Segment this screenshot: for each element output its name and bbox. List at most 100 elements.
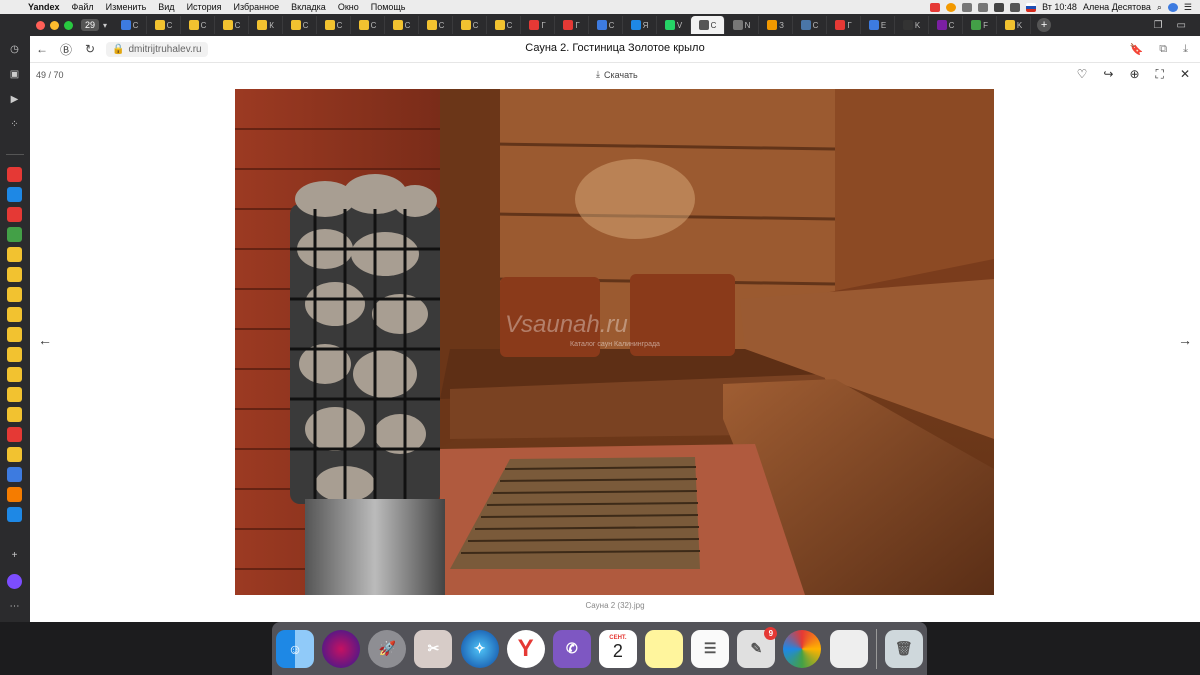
browser-tab[interactable]: С: [385, 16, 420, 34]
browser-tab[interactable]: K: [895, 16, 930, 34]
browser-tab[interactable]: С: [419, 16, 454, 34]
sidebar-bookmark-icon[interactable]: [7, 167, 22, 182]
notes-icon[interactable]: [645, 629, 684, 668]
new-tab-button[interactable]: +: [1037, 18, 1052, 32]
previous-image-arrow-icon[interactable]: ←: [38, 332, 52, 348]
sidebar-bookmark-icon[interactable]: [7, 287, 22, 302]
sauna-photo[interactable]: Vsaunah.ru Каталог саун Калининграда: [235, 89, 994, 595]
browser-tab[interactable]: N: [725, 16, 760, 34]
screenshot-tool-icon[interactable]: ✂: [414, 629, 453, 668]
tray-sound-icon[interactable]: [962, 2, 973, 12]
menu-window[interactable]: Окно: [332, 2, 365, 12]
alice-assistant-icon[interactable]: [7, 574, 22, 589]
browser-tab[interactable]: С: [283, 16, 318, 34]
siri-icon[interactable]: [1167, 2, 1178, 12]
sidebar-bookmark-icon[interactable]: [7, 487, 22, 502]
tab-count-badge[interactable]: 29: [81, 19, 100, 31]
browser-tab[interactable]: С: [589, 16, 624, 34]
document-icon[interactable]: [829, 629, 868, 668]
wifi-icon[interactable]: [1010, 2, 1021, 12]
browser-tab[interactable]: V: [657, 16, 692, 34]
safari-icon[interactable]: ✧: [460, 629, 499, 668]
menu-app-name[interactable]: Yandex: [22, 2, 66, 12]
play-icon[interactable]: ▶: [7, 92, 22, 107]
menu-history[interactable]: История: [181, 2, 228, 12]
add-sidebar-item-icon[interactable]: +: [7, 548, 22, 563]
bookmark-icon[interactable]: 🔖: [1130, 43, 1144, 56]
browser-tab[interactable]: Г: [521, 16, 556, 34]
sidebar-bookmark-icon[interactable]: [7, 507, 22, 522]
address-bar[interactable]: 🔒 dmitrijtruhalev.ru: [106, 41, 208, 57]
tray-screen-icon[interactable]: [978, 2, 989, 12]
browser-tab[interactable]: З: [759, 16, 794, 34]
browser-tab[interactable]: С: [147, 16, 182, 34]
input-language-icon[interactable]: [1026, 2, 1037, 12]
minimize-window-button[interactable]: [50, 20, 59, 30]
viber-icon[interactable]: ✆: [552, 629, 591, 668]
tray-app-icon[interactable]: [930, 2, 941, 12]
back-button[interactable]: ←: [30, 42, 54, 56]
textedit-icon[interactable]: ✎ 9: [737, 626, 778, 668]
sidebar-bookmark-icon[interactable]: [7, 187, 22, 202]
collections-icon[interactable]: ▣: [7, 67, 22, 82]
browser-tab[interactable]: С: [793, 16, 828, 34]
more-icon[interactable]: ⋯: [7, 599, 22, 614]
browser-tab[interactable]: С: [215, 16, 250, 34]
sidebar-bookmark-icon[interactable]: [7, 467, 22, 482]
browser-tab[interactable]: К: [249, 16, 284, 34]
close-viewer-icon[interactable]: ✕: [1180, 67, 1190, 82]
protect-icon[interactable]: Ⓑ: [54, 41, 78, 58]
next-image-arrow-icon[interactable]: →: [1178, 332, 1192, 348]
chevron-down-icon[interactable]: ▾: [103, 21, 107, 30]
share-icon[interactable]: ↪: [1103, 67, 1113, 82]
spotlight-search-icon[interactable]: ⌕: [1157, 2, 1162, 13]
notification-center-icon[interactable]: ☰: [1184, 2, 1192, 13]
browser-tab[interactable]: С: [317, 16, 352, 34]
yandex-browser-icon[interactable]: Y: [506, 629, 545, 668]
sidebar-bookmark-icon[interactable]: [7, 387, 22, 402]
menu-file[interactable]: Файл: [66, 2, 100, 12]
browser-tab[interactable]: С: [487, 16, 522, 34]
menu-favorites[interactable]: Избранное: [227, 2, 285, 12]
sidebar-bookmark-icon[interactable]: [7, 247, 22, 262]
sidebar-bookmark-icon[interactable]: [7, 327, 22, 342]
menu-edit[interactable]: Изменить: [100, 2, 153, 12]
menu-tab[interactable]: Вкладка: [285, 2, 332, 12]
tray-globe-icon[interactable]: [946, 2, 957, 12]
color-picker-icon[interactable]: [783, 629, 822, 668]
calendar-icon[interactable]: СЕНТ. 2: [598, 629, 637, 668]
menu-help[interactable]: Помощь: [365, 2, 412, 12]
browser-tab[interactable]: K: [997, 16, 1032, 34]
downloads-icon[interactable]: ⤓: [1183, 43, 1188, 56]
sidebar-bookmark-icon[interactable]: [7, 267, 22, 282]
fullscreen-icon[interactable]: ⛶: [1156, 67, 1164, 82]
trash-icon[interactable]: 🗑: [884, 629, 923, 668]
window-menu-icon[interactable]: ▭: [1177, 20, 1186, 31]
menubar-clock[interactable]: Вт 10:48: [1042, 2, 1077, 12]
browser-tab[interactable]: С: [351, 16, 386, 34]
menubar-user[interactable]: Алена Десятова: [1083, 2, 1151, 12]
browser-tab[interactable]: Я: [623, 16, 658, 34]
browser-tab[interactable]: F: [963, 16, 998, 34]
extensions-icon[interactable]: ⧉: [1159, 43, 1167, 56]
download-button[interactable]: ⤓ Скачать: [596, 69, 638, 80]
browser-tab[interactable]: Г: [555, 16, 590, 34]
browser-tab[interactable]: С: [929, 16, 964, 34]
history-icon[interactable]: ◷: [7, 42, 22, 57]
close-window-button[interactable]: [36, 20, 45, 30]
maximize-window-button[interactable]: [64, 20, 73, 30]
siri-dock-icon[interactable]: [322, 629, 361, 668]
launchpad-icon[interactable]: 🚀: [368, 629, 407, 668]
sidebar-bookmark-icon[interactable]: [7, 427, 22, 442]
apps-grid-icon[interactable]: ⁘: [7, 117, 22, 132]
sidebar-bookmark-icon[interactable]: [7, 447, 22, 462]
sidebar-bookmark-icon[interactable]: [7, 227, 22, 242]
reminders-icon[interactable]: ☰: [691, 629, 730, 668]
sidebar-bookmark-icon[interactable]: [7, 367, 22, 382]
tray-battery-icon[interactable]: [994, 2, 1005, 12]
browser-tab[interactable]: Е: [861, 16, 896, 34]
reload-button[interactable]: ↻: [78, 42, 102, 56]
tab-overview-icon[interactable]: ❐: [1154, 20, 1163, 31]
favorite-heart-icon[interactable]: ♡: [1077, 67, 1088, 82]
browser-tab[interactable]: С: [691, 16, 726, 34]
